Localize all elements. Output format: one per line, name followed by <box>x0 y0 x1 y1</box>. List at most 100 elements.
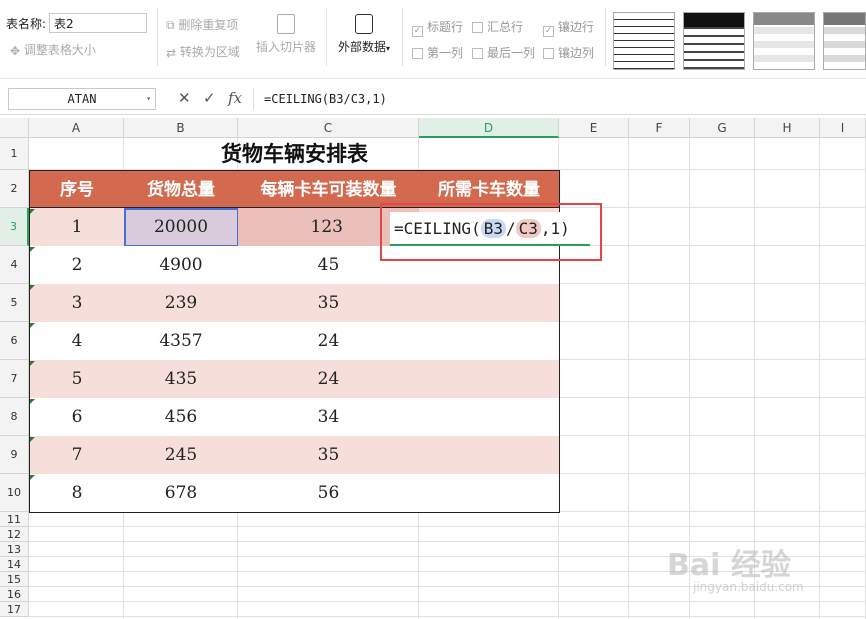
table-style-swatch[interactable] <box>823 12 866 70</box>
table-cell[interactable]: 245 <box>124 436 239 475</box>
table-cell[interactable]: 435 <box>124 360 239 399</box>
row-header-14[interactable]: 14 <box>0 557 29 572</box>
watermark-url: jingyan.baidu.com <box>693 580 804 594</box>
formula-bar: ATAN ▾ ✕ ✓ fx =CEILING(B3/C3,1) <box>0 84 866 115</box>
column-header-d[interactable]: D <box>419 118 559 138</box>
gridline <box>628 138 629 619</box>
table-name-label: 表名称: <box>6 17 47 31</box>
select-all-corner[interactable] <box>0 118 29 138</box>
column-header-g[interactable]: G <box>690 118 755 138</box>
chevron-down-icon[interactable]: ▾ <box>146 89 151 109</box>
table-cell[interactable] <box>419 474 560 513</box>
chevron-down-icon: ▾ <box>386 44 391 53</box>
table-cell[interactable]: 4 <box>29 322 125 361</box>
divider <box>157 8 158 66</box>
row-header-13[interactable]: 13 <box>0 542 29 557</box>
table-cell[interactable]: 24 <box>238 360 420 399</box>
checkbox-checked-icon: ✓ <box>543 26 554 37</box>
table-style-swatch[interactable] <box>683 12 745 70</box>
insert-function-icon[interactable]: fx <box>228 89 242 107</box>
row-header-11[interactable]: 11 <box>0 512 29 527</box>
row-header-7[interactable]: 7 <box>0 360 29 398</box>
divider <box>326 8 327 66</box>
watermark-logo: Bai 经验 <box>667 548 791 583</box>
table-style-swatch[interactable] <box>613 12 675 70</box>
remove-duplicates-label: 删除重复项 <box>178 18 239 32</box>
resize-table-button[interactable]: ✥ 调整表格大小 <box>10 41 96 58</box>
header-row-checkbox[interactable]: ✓ 标题行 <box>412 18 463 37</box>
table-cell[interactable]: 56 <box>238 474 420 513</box>
checkbox-checked-icon: ✓ <box>412 26 423 37</box>
formula-input[interactable]: =CEILING(B3/C3,1) <box>253 88 866 110</box>
checkbox-icon <box>543 48 554 59</box>
convert-to-range-button[interactable]: ⇄ 转换为区域 <box>166 43 240 60</box>
table-cell[interactable]: 4900 <box>124 246 239 285</box>
row-header-5[interactable]: 5 <box>0 284 29 322</box>
table-cell[interactable]: 34 <box>238 398 420 437</box>
banded-rows-checkbox[interactable]: ✓ 镶边行 <box>543 18 594 37</box>
table-cell[interactable]: 8 <box>29 474 125 513</box>
column-header-f[interactable]: F <box>629 118 690 138</box>
table-cell[interactable]: 456 <box>124 398 239 437</box>
column-header-b[interactable]: B <box>124 118 238 138</box>
table-header-cell[interactable]: 序号 <box>29 170 125 208</box>
row-header-9[interactable]: 9 <box>0 436 29 474</box>
table-cell[interactable]: 35 <box>238 284 420 323</box>
first-column-checkbox[interactable]: 第一列 <box>412 44 463 61</box>
table-cell[interactable]: 5 <box>29 360 125 399</box>
confirm-icon[interactable]: ✓ <box>203 89 216 107</box>
cancel-icon[interactable]: ✕ <box>178 89 191 107</box>
banded-columns-checkbox[interactable]: 镶边列 <box>543 44 594 61</box>
table-cell[interactable] <box>419 436 560 475</box>
table-name-input[interactable]: 表2 <box>49 13 147 33</box>
table-cell[interactable]: 678 <box>124 474 239 513</box>
table-cell[interactable] <box>419 360 560 399</box>
resize-table-label: 调整表格大小 <box>23 43 96 57</box>
row-header-2[interactable]: 2 <box>0 170 29 208</box>
insert-slicer-label: 插入切片器 <box>255 40 316 54</box>
table-cell[interactable] <box>419 398 560 437</box>
row-header-15[interactable]: 15 <box>0 572 29 587</box>
table-header-cell[interactable]: 货物总量 <box>124 170 239 208</box>
table-cell[interactable]: 24 <box>238 322 420 361</box>
column-header-a[interactable]: A <box>29 118 124 138</box>
divider <box>402 8 403 66</box>
row-header-4[interactable]: 4 <box>0 246 29 284</box>
table-cell[interactable]: 7 <box>29 436 125 475</box>
table-cell[interactable]: 35 <box>238 436 420 475</box>
row-header-10[interactable]: 10 <box>0 474 29 512</box>
table-cell[interactable]: 20000 <box>124 208 239 247</box>
table-cell[interactable]: 3 <box>29 284 125 323</box>
table-cell[interactable]: 2 <box>29 246 125 285</box>
row-header-3[interactable]: 3 <box>0 208 29 246</box>
insert-slicer-button[interactable]: 插入切片器 <box>254 14 318 55</box>
column-header-e[interactable]: E <box>559 118 629 138</box>
error-indicator-icon <box>30 361 35 366</box>
total-row-checkbox[interactable]: 汇总行 <box>472 18 523 35</box>
row-header-12[interactable]: 12 <box>0 527 29 542</box>
row-header-6[interactable]: 6 <box>0 322 29 360</box>
row-header-16[interactable]: 16 <box>0 587 29 602</box>
table-style-swatch[interactable] <box>753 12 815 70</box>
table-cell[interactable] <box>419 284 560 323</box>
column-header-h[interactable]: H <box>755 118 820 138</box>
slicer-icon <box>277 14 295 34</box>
table-cell[interactable]: 4357 <box>124 322 239 361</box>
table-cell[interactable]: 6 <box>29 398 125 437</box>
row-header-17[interactable]: 17 <box>0 602 29 617</box>
column-header-c[interactable]: C <box>238 118 419 138</box>
convert-to-range-label: 转换为区域 <box>179 45 240 59</box>
row-header-8[interactable]: 8 <box>0 398 29 436</box>
table-cell[interactable]: 1 <box>29 208 125 247</box>
convert-icon: ⇄ <box>166 45 177 60</box>
table-cell[interactable] <box>419 322 560 361</box>
external-data-button[interactable]: 外部数据▾ <box>334 14 394 55</box>
remove-duplicates-button[interactable]: ⧉ 删除重复项 <box>166 16 238 33</box>
name-box[interactable]: ATAN ▾ <box>8 88 156 110</box>
last-column-checkbox[interactable]: 最后一列 <box>472 44 535 61</box>
error-indicator-icon <box>30 437 35 442</box>
table-cell[interactable]: 239 <box>124 284 239 323</box>
row-header-1[interactable]: 1 <box>0 138 29 170</box>
column-header-i[interactable]: I <box>820 118 866 138</box>
external-data-label: 外部数据 <box>337 40 386 54</box>
